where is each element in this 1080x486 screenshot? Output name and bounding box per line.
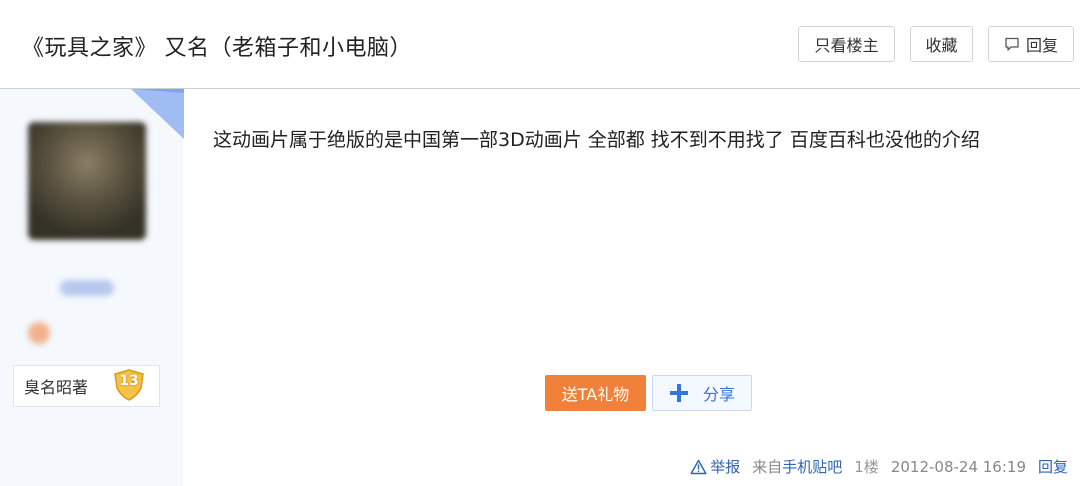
thread-title: 《玩具之家》 又名（老箱子和小电脑）	[22, 36, 412, 61]
post-meta: 举报 来自 手机贴吧 1楼 2012-08-24 16:19 回复	[690, 456, 1068, 477]
share-label: 分享	[702, 385, 735, 404]
rank-name: 臭名昭著	[24, 378, 89, 397]
comment-icon	[1005, 37, 1019, 51]
floor-number: 1楼	[854, 458, 879, 476]
source-prefix: 来自	[752, 458, 783, 476]
username-link[interactable]	[60, 280, 114, 296]
favorite-button[interactable]: 收藏	[910, 26, 973, 62]
plus-icon	[669, 384, 688, 402]
warning-icon	[690, 459, 707, 474]
thread-header: 《玩具之家》 又名（老箱子和小电脑） 只看楼主 收藏 回复	[0, 0, 1080, 89]
send-gift-button[interactable]: 送TA礼物	[545, 375, 646, 411]
member-icon	[28, 322, 50, 344]
user-rank-badge[interactable]: 臭名昭著 13	[13, 365, 160, 407]
reply-button-label: 回复	[1025, 36, 1058, 55]
only-op-button[interactable]: 只看楼主	[798, 26, 895, 62]
share-button[interactable]: 分享	[652, 375, 752, 411]
source-link[interactable]: 手机贴吧	[782, 456, 842, 477]
report-label: 举报	[710, 458, 741, 476]
report-link[interactable]: 举报	[690, 456, 740, 477]
post-timestamp: 2012-08-24 16:19	[890, 457, 1026, 476]
reply-button[interactable]: 回复	[988, 26, 1074, 62]
post-content: 这动画片属于绝版的是中国第一部3D动画片 全部都 找不到不用找了 百度百科也没他…	[213, 129, 980, 151]
level-shield-icon: 13	[112, 368, 146, 402]
level-number: 13	[119, 373, 139, 389]
reply-link[interactable]: 回复	[1038, 456, 1068, 477]
avatar[interactable]	[28, 122, 146, 240]
